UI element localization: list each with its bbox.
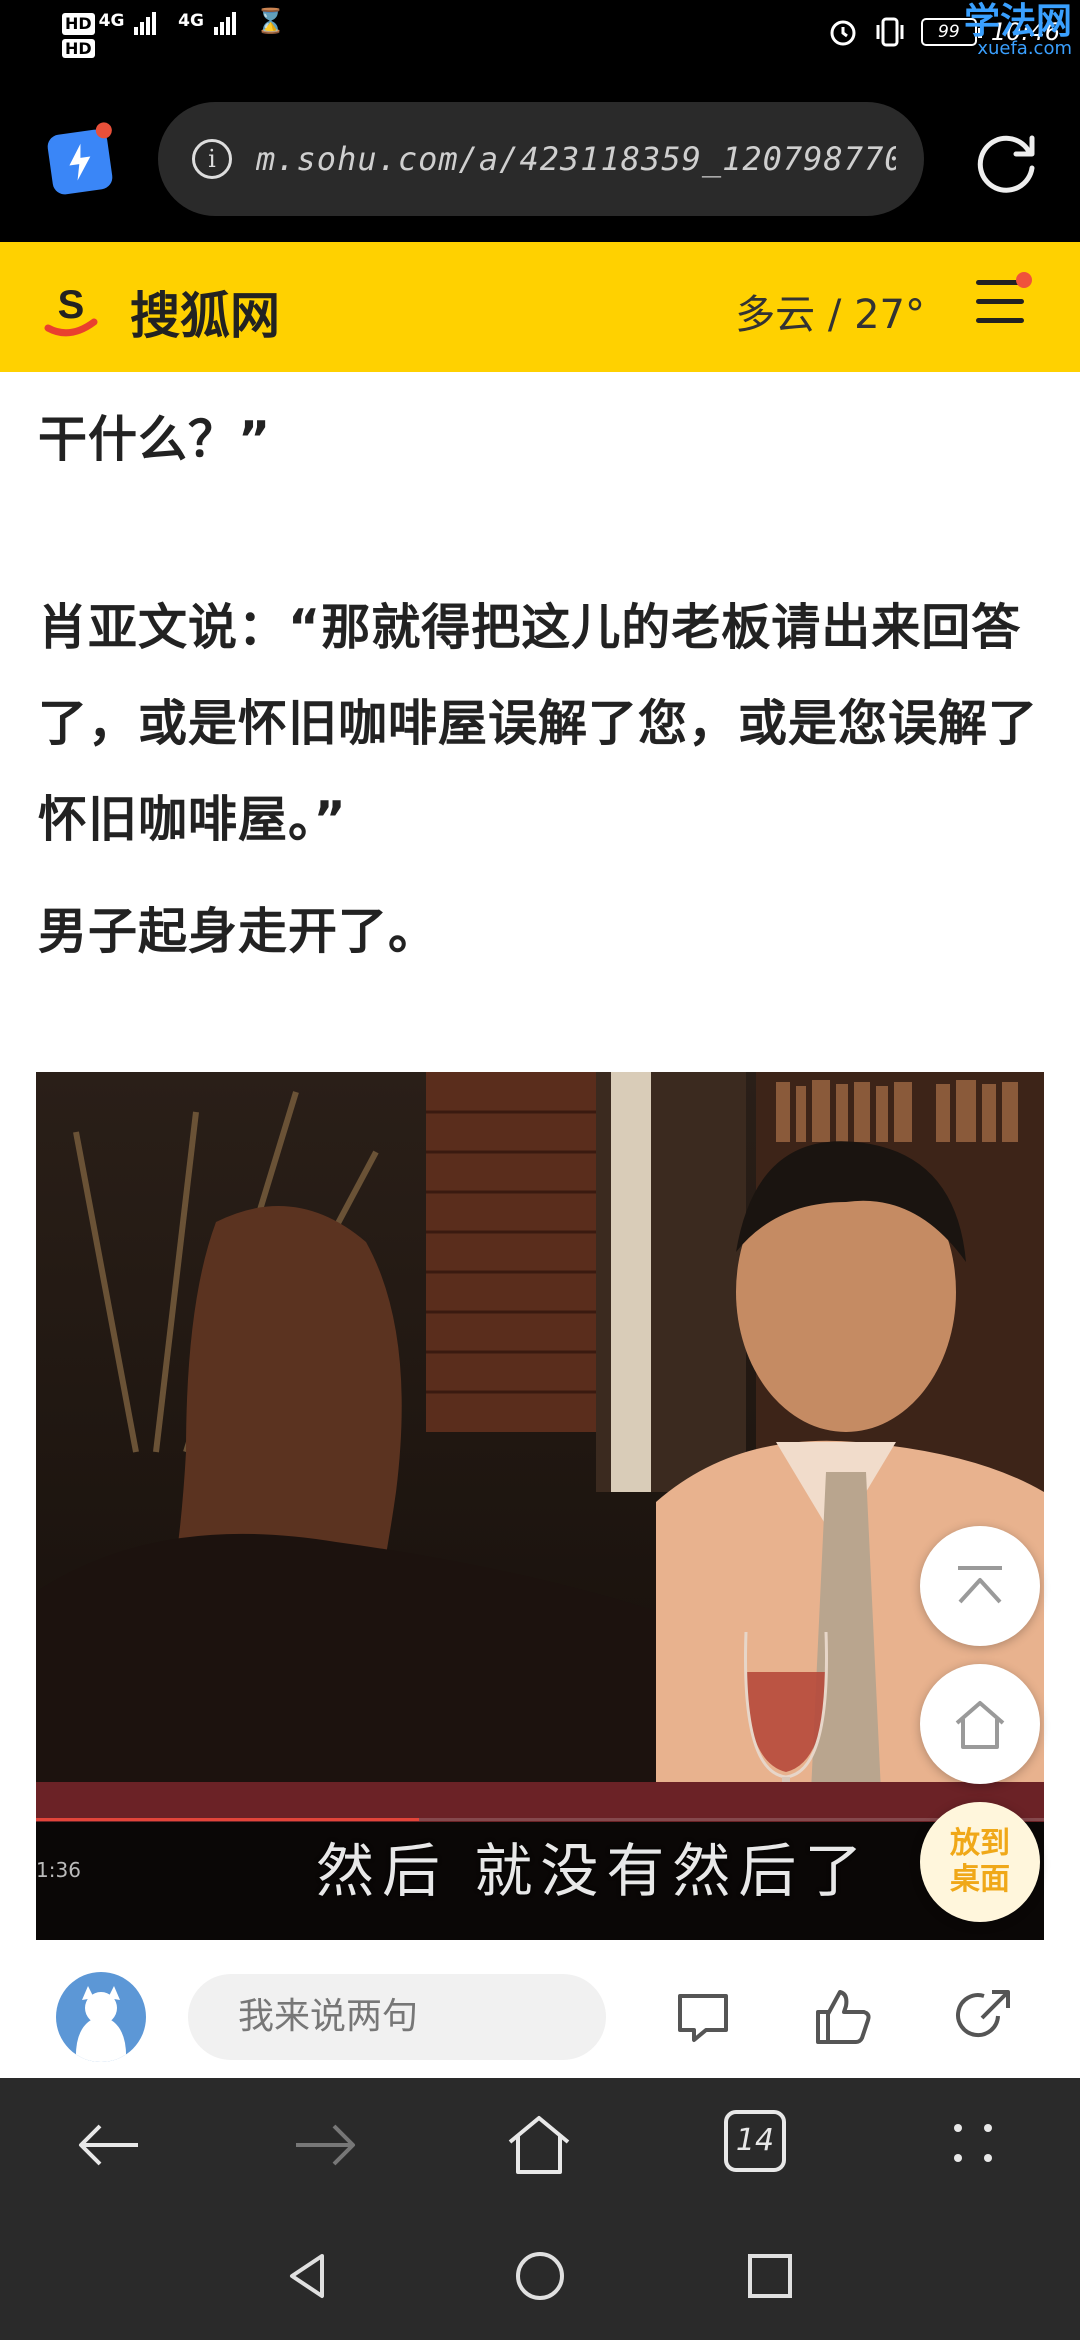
tab-count: 14 [724,2110,786,2172]
thumbs-up-icon[interactable] [812,1986,874,2048]
system-nav-bar [0,2212,1080,2340]
add-to-desktop-button[interactable]: 放到 桌面 [920,1802,1040,1922]
back-to-top-icon [958,1566,1002,1604]
back-triangle-icon[interactable] [282,2250,334,2302]
video-subtitle: 然后 就没有然后了 [316,1837,871,1905]
notification-dot [1016,272,1032,288]
bolt-icon[interactable] [46,121,114,196]
watermark-brand: 学法网 [963,1,1072,42]
article-paragraph: 男子起身走开了。 [38,903,439,960]
comment-bar: 我来说两句 [0,1956,1080,2078]
url-text[interactable]: m.sohu.com/a/423118359_120798770 [256,140,896,178]
back-to-top-button[interactable] [920,1526,1040,1646]
home-icon[interactable] [504,2110,574,2180]
network-label-2: 4G [178,11,204,31]
comment-input[interactable]: 我来说两句 [188,1974,606,2060]
status-bar: HD 4G 4G ⌛ HD 99 10:46 学法网 xuefa.com [0,0,1080,80]
notification-dot [94,121,113,140]
svg-text:S: S [58,283,85,327]
sohu-logo-icon[interactable]: S [40,278,102,340]
back-arrow-icon[interactable] [74,2110,144,2180]
site-header: S 搜狐网 多云 / 27° [0,242,1080,372]
recents-square-icon[interactable] [744,2250,796,2302]
share-icon[interactable] [952,1986,1014,2048]
video-progress-fill [36,1818,420,1821]
tabs-icon[interactable]: 14 [724,2110,794,2180]
comment-icon[interactable] [672,1986,734,2048]
signal-bars-icon [134,12,158,35]
video-frame [36,1072,1044,1940]
menu-button[interactable] [976,272,1032,330]
article-body: 男子尴尬难当，问了一句：“那您来这种地方干什么？” 肖亚文说：“那就得把这儿的老… [0,372,1080,1956]
add-to-desktop-label: 桌面 [950,1862,1010,1897]
article-paragraph: 男子尴尬难当，问了一句：“那您来这种地方干什么？” [38,411,272,468]
more-icon[interactable] [938,2110,1008,2180]
video-progress-bar[interactable] [36,1818,1044,1821]
watermark-logo: 学法网 xuefa.com [964,4,1072,58]
article-paragraph: 肖亚文说：“那就得把这儿的老板请出来回答了，或是怀旧咖啡屋误解了您，或是您误解了… [38,599,1039,848]
home-circle-icon[interactable] [514,2250,566,2302]
weather-label[interactable]: 多云 / 27° [735,282,925,340]
signal-bars-icon-2 [213,12,238,35]
home-icon [955,1701,1005,1749]
hd-badge-2: HD [62,39,95,58]
vibrate-icon [876,17,904,47]
home-float-button[interactable] [920,1664,1040,1784]
avatar[interactable] [56,1972,146,2062]
site-name[interactable]: 搜狐网 [130,276,280,348]
url-bar[interactable]: i m.sohu.com/a/423118359_120798770 [158,102,924,216]
hourglass-icon: ⌛ [255,7,286,35]
add-to-desktop-label: 放到 [950,1826,1010,1861]
video-time: 1:36 [36,1858,81,1882]
forward-arrow-icon[interactable] [290,2110,360,2180]
watermark-domain: xuefa.com [977,38,1072,59]
video-player[interactable]: 1:36 然后 就没有然后了 [36,1072,1044,1940]
network-label: 4G [98,11,125,31]
signal-area: HD 4G 4G ⌛ HD [62,7,286,60]
browser-nav-bar: 14 [0,2078,1080,2212]
browser-toolbar: i m.sohu.com/a/423118359_120798770 [0,80,1080,242]
reload-icon[interactable] [972,128,1042,198]
hd-badge: HD [62,13,95,35]
alarm-icon [830,20,856,46]
info-icon[interactable]: i [192,139,232,179]
